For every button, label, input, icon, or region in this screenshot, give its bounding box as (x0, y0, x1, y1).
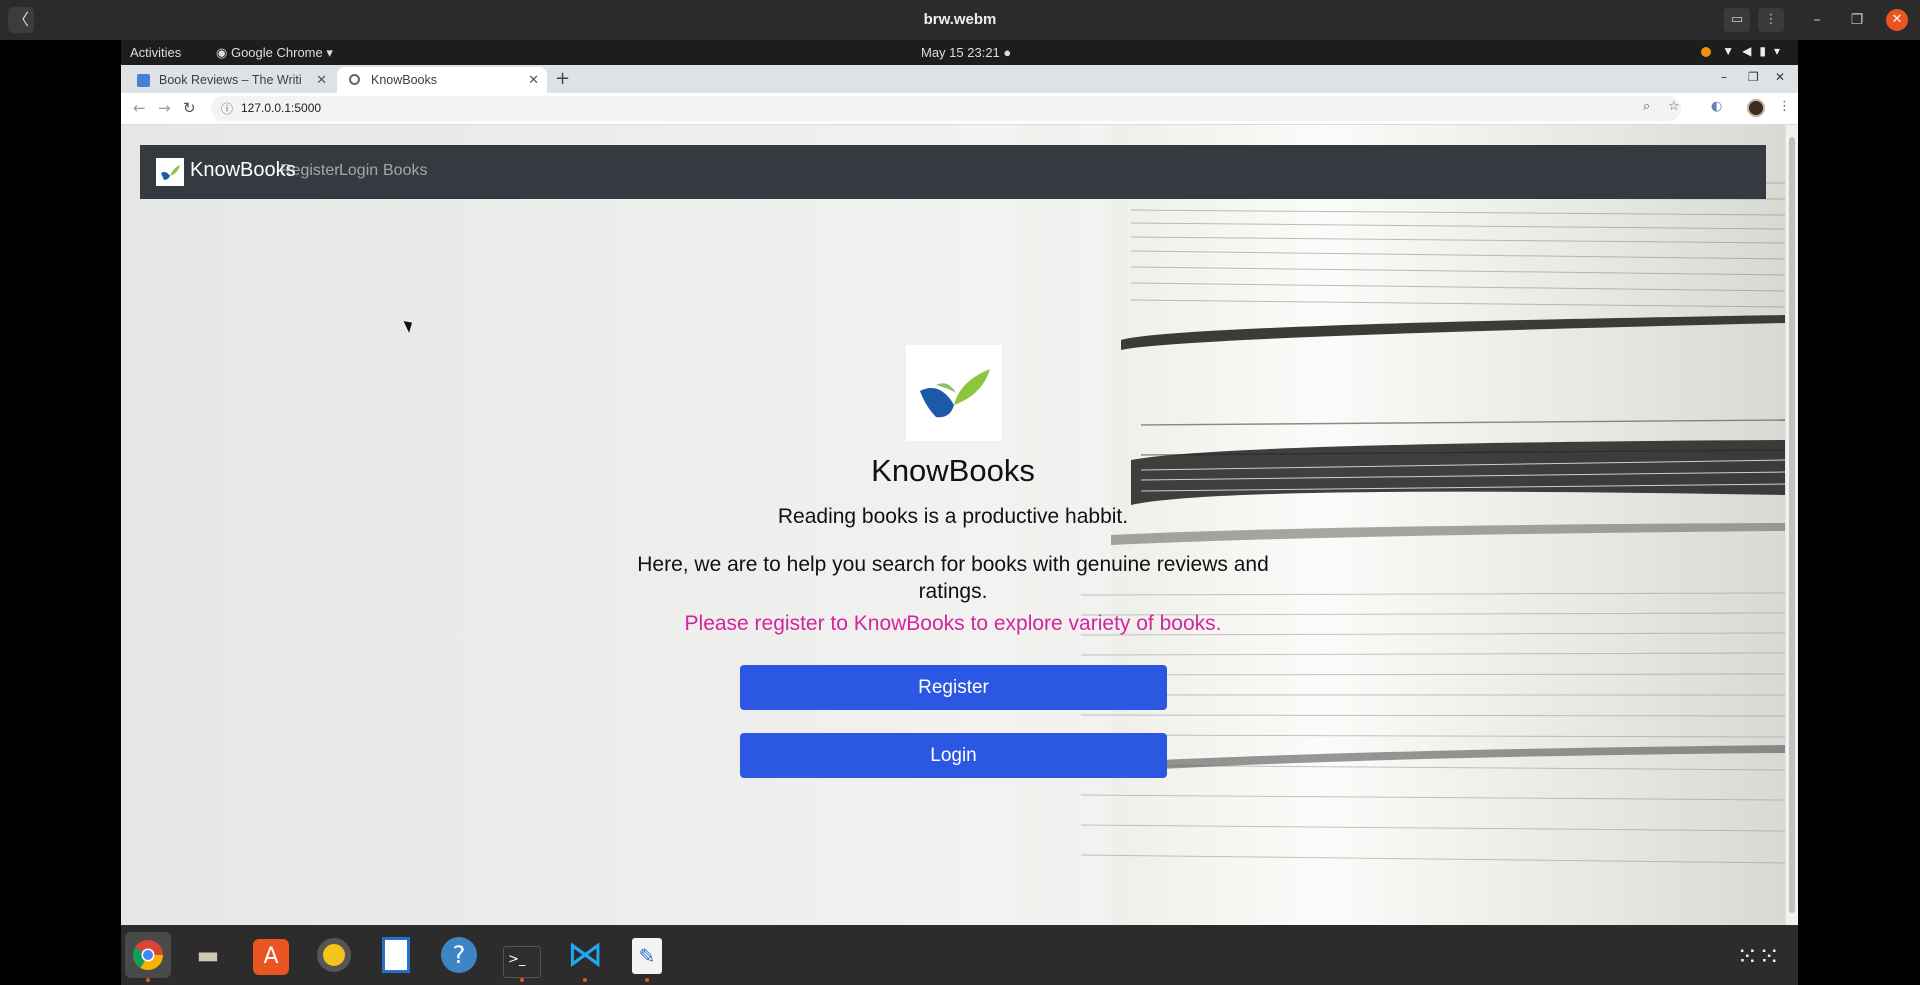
browser-window: Book Reviews – The Writi ✕ KnowBooks ✕ +… (121, 65, 1798, 925)
page-viewport: KnowBooks Register Login Books KnowBooks… (121, 125, 1785, 925)
notification-dot-icon: ● (1003, 45, 1012, 60)
files-icon[interactable]: ▬ (185, 932, 231, 978)
info-icon: ⓘ (221, 102, 234, 116)
nav-link-books[interactable]: Books (383, 162, 427, 180)
app-menu[interactable]: ◉ Google Chrome ▾ (216, 45, 333, 61)
running-indicator (146, 978, 150, 982)
close-tab-icon[interactable]: ✕ (316, 72, 327, 88)
nav-link-login[interactable]: Login (339, 162, 378, 180)
text-editor-icon[interactable]: ✎ (624, 932, 670, 982)
site-navbar: KnowBooks Register Login Books (140, 145, 1766, 199)
restore-icon[interactable]: ❐ (1748, 70, 1759, 84)
new-tab-button[interactable]: + (555, 68, 570, 89)
hero-tagline: Reading books is a productive habbit. (777, 505, 1129, 528)
mouse-cursor-icon (403, 318, 416, 333)
app-menu-label: Google Chrome ▾ (230, 45, 333, 60)
help-icon[interactable]: ? (436, 932, 482, 978)
kebab-menu-icon[interactable]: ⋮ (1758, 8, 1784, 32)
tab-knowbooks[interactable]: KnowBooks ✕ (337, 67, 547, 93)
tab-book-reviews[interactable]: Book Reviews – The Writi ✕ (125, 67, 335, 93)
player-title: brw.webm (923, 11, 997, 28)
globe-icon (349, 74, 360, 85)
battery-icon: ▮ (1759, 44, 1774, 58)
nav-link-register[interactable]: Register (280, 162, 340, 180)
desktop-screen: Activities ◉ Google Chrome ▾ May 15 23:2… (121, 40, 1798, 985)
hero-logo-icon (906, 345, 1002, 441)
clock[interactable]: May 15 23:21 ● (921, 45, 1011, 60)
vscode-icon[interactable]: ⋈ (562, 932, 608, 982)
address-bar[interactable]: ⓘ 127.0.0.1:5000 (211, 96, 1681, 121)
brand-logo-icon[interactable] (156, 158, 184, 186)
register-prompt: Please register to KnowBooks to explore … (684, 612, 1222, 635)
browser-toolbar: ← → ↻ ⓘ 127.0.0.1:5000 ⌕ ☆ ◐ ⋮ (121, 93, 1798, 125)
doc-icon (137, 74, 150, 87)
chrome-menu-icon[interactable]: ⋮ (1778, 99, 1791, 114)
page-scrollbar[interactable] (1785, 125, 1798, 925)
minimize-icon[interactable]: – (1721, 70, 1727, 84)
dock: ▬ A ? >_ ⋈ ✎ ⁙⁙ (121, 925, 1798, 985)
zoom-icon[interactable]: ⌕ (1643, 99, 1650, 114)
running-indicator (645, 978, 649, 982)
tab-label: Book Reviews – The Writi (159, 73, 302, 87)
rhythmbox-icon[interactable] (311, 932, 357, 978)
hero-description: Here, we are to help you search for book… (637, 553, 1269, 603)
chevron-down-icon: ▾ (1773, 44, 1788, 58)
system-tray[interactable]: ▼◀▮▾ (1700, 44, 1788, 58)
update-indicator-icon (1700, 46, 1711, 57)
scrollbar-thumb[interactable] (1789, 137, 1795, 913)
close-tab-icon[interactable]: ✕ (528, 72, 539, 88)
show-applications-icon[interactable]: ⁙⁙ (1736, 942, 1780, 972)
terminal-icon[interactable]: >_ (499, 932, 545, 982)
forward-arrow-icon[interactable]: → (158, 99, 171, 117)
wifi-icon: ▼ (1722, 44, 1743, 58)
restore-icon[interactable]: ❐ (1846, 9, 1868, 31)
writer-icon[interactable] (373, 932, 419, 978)
clock-label: May 15 23:21 (921, 45, 1000, 60)
system-top-bar: Activities ◉ Google Chrome ▾ May 15 23:2… (121, 40, 1798, 65)
address-text: 127.0.0.1:5000 (241, 101, 322, 115)
video-stage: Activities ◉ Google Chrome ▾ May 15 23:2… (0, 40, 1920, 985)
tab-label: KnowBooks (371, 73, 438, 87)
tab-strip: Book Reviews – The Writi ✕ KnowBooks ✕ +… (121, 65, 1798, 93)
avatar[interactable] (1747, 99, 1765, 117)
minimize-icon[interactable]: – (1806, 9, 1828, 31)
activities-button[interactable]: Activities (130, 45, 181, 60)
back-arrow-icon[interactable]: ← (133, 99, 146, 117)
extension-icon[interactable]: ◐ (1711, 99, 1722, 114)
running-indicator (583, 978, 587, 982)
chrome-small-icon: ◉ (216, 45, 231, 60)
volume-icon: ◀ (1742, 44, 1760, 58)
close-icon[interactable]: ✕ (1886, 9, 1908, 31)
player-title-bar: 〈 brw.webm ▭ ⋮ – ❐ ✕ (0, 0, 1920, 40)
bookmark-star-icon[interactable]: ☆ (1668, 99, 1680, 114)
running-indicator (520, 978, 524, 982)
login-button[interactable]: Login (740, 733, 1167, 778)
register-button[interactable]: Register (740, 665, 1167, 710)
screen-share-icon[interactable]: ▭ (1724, 8, 1750, 32)
reload-icon[interactable]: ↻ (183, 99, 196, 117)
close-icon[interactable]: ✕ (1775, 70, 1785, 84)
chrome-icon[interactable] (125, 932, 171, 982)
hero-title: KnowBooks (871, 453, 1035, 488)
software-icon[interactable]: A (248, 932, 294, 978)
